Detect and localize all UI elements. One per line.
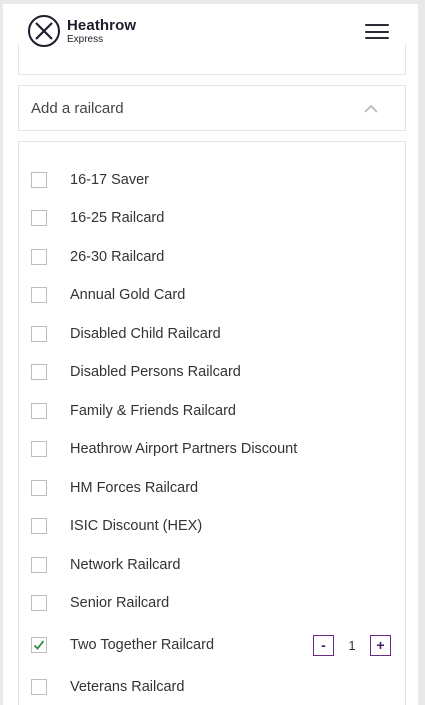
railcard-label: Family & Friends Railcard bbox=[70, 403, 236, 419]
checkbox[interactable] bbox=[31, 249, 47, 265]
logo-sub: Express bbox=[67, 33, 104, 45]
railcard-item[interactable]: 26-30 Railcard bbox=[19, 238, 405, 276]
checkbox[interactable] bbox=[31, 441, 47, 457]
checkbox[interactable] bbox=[31, 172, 47, 188]
railcard-label: Heathrow Airport Partners Discount bbox=[70, 441, 298, 457]
add-railcard-label: Add a railcard bbox=[31, 99, 124, 117]
railcard-label: 16-25 Railcard bbox=[70, 210, 165, 226]
logo-name: Heathrow bbox=[67, 16, 137, 34]
railcard-item[interactable]: ISIC Discount (HEX) bbox=[19, 507, 405, 545]
railcard-list: 16-17 Saver 16-25 Railcard 26-30 Railcard A… bbox=[18, 141, 406, 705]
railcard-item[interactable]: Network Railcard bbox=[19, 546, 405, 584]
checkmark-icon bbox=[33, 640, 45, 650]
decrease-button[interactable]: - bbox=[313, 634, 334, 656]
railcard-item[interactable]: Family & Friends Railcard bbox=[19, 392, 405, 430]
increase-button[interactable]: + bbox=[370, 634, 391, 656]
checkbox[interactable] bbox=[31, 679, 47, 695]
heathrow-express-logo[interactable]: Heathrow Express bbox=[27, 14, 136, 48]
logo-mark-icon bbox=[28, 15, 60, 47]
checkbox[interactable] bbox=[31, 210, 47, 226]
hamburger-menu-icon[interactable] bbox=[365, 24, 389, 39]
railcard-label: Senior Railcard bbox=[70, 595, 170, 611]
railcard-label: Disabled Child Railcard bbox=[70, 326, 221, 342]
railcard-item[interactable]: HM Forces Railcard bbox=[19, 469, 405, 507]
checkbox[interactable] bbox=[31, 480, 47, 496]
railcard-label: Disabled Persons Railcard bbox=[70, 364, 241, 380]
railcard-label: 26-30 Railcard bbox=[70, 249, 165, 265]
checkbox[interactable] bbox=[31, 518, 47, 534]
railcard-label: Network Railcard bbox=[70, 557, 181, 573]
railcard-item[interactable]: Senior Railcard bbox=[19, 584, 405, 622]
checkbox[interactable] bbox=[31, 287, 47, 303]
checkbox[interactable] bbox=[31, 595, 47, 611]
checkbox[interactable] bbox=[31, 403, 47, 419]
railcard-label: ISIC Discount (HEX) bbox=[70, 518, 203, 534]
railcard-label: Two Together Railcard bbox=[70, 637, 215, 653]
railcard-item[interactable]: Heathrow Airport Partners Discount bbox=[19, 430, 405, 468]
previous-field bbox=[18, 44, 406, 75]
quantity-stepper: -1 + bbox=[313, 634, 391, 656]
railcard-item[interactable]: Disabled Persons Railcard bbox=[19, 353, 405, 391]
railcard-item[interactable]: 16-25 Railcard bbox=[19, 199, 405, 237]
railcard-label: Veterans Railcard bbox=[70, 679, 185, 695]
chevron-up-icon[interactable] bbox=[364, 104, 378, 114]
checkbox-checked[interactable] bbox=[31, 637, 47, 653]
checkbox[interactable] bbox=[31, 364, 47, 380]
railcard-item[interactable]: Annual Gold Card bbox=[19, 276, 405, 314]
page: Heathrow Express Add a railcard 16-17 Sa… bbox=[3, 4, 418, 705]
checkbox[interactable] bbox=[31, 326, 47, 342]
railcard-item[interactable]: Veterans Railcard bbox=[19, 668, 405, 705]
railcard-item[interactable]: 16-17 Saver bbox=[19, 161, 405, 199]
railcard-label: 16-17 Saver bbox=[70, 172, 149, 188]
railcard-item[interactable]: Disabled Child Railcard bbox=[19, 315, 405, 353]
railcard-item[interactable]: Two Together Railcard -1 + bbox=[19, 626, 405, 664]
checkbox[interactable] bbox=[31, 557, 47, 573]
railcard-label: Annual Gold Card bbox=[70, 287, 186, 303]
quantity-value: 1 bbox=[348, 637, 356, 653]
add-railcard-dropdown[interactable]: Add a railcard bbox=[18, 85, 406, 131]
railcard-label: HM Forces Railcard bbox=[70, 480, 199, 496]
